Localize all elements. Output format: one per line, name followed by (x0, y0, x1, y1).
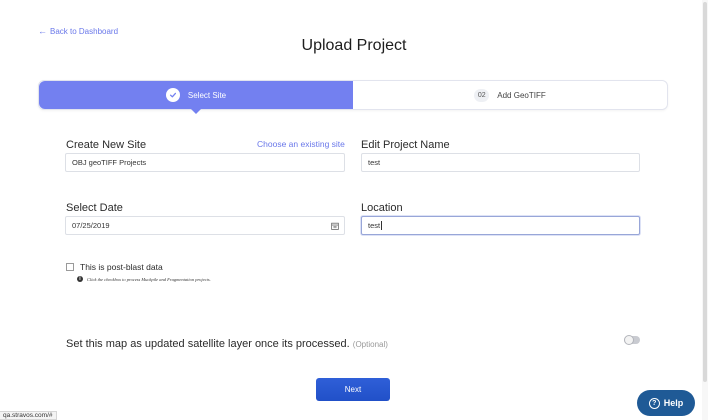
post-blast-hint: i Click the checkbox to process Muckpile… (77, 276, 211, 282)
calendar-icon[interactable] (331, 222, 339, 230)
site-name-input[interactable]: OBJ geoTIFF Projects (65, 153, 345, 172)
step-number-badge: 02 (474, 88, 490, 102)
stepper: Select Site 02 Add GeoTIFF (38, 80, 668, 114)
text-caret (381, 221, 383, 230)
toggle-knob (624, 335, 634, 345)
location-input[interactable]: test (361, 216, 640, 235)
post-blast-checkbox[interactable] (66, 263, 74, 271)
location-value: test (368, 221, 381, 230)
optional-tag: (Optional) (352, 340, 388, 349)
post-blast-label: This is post-blast data (80, 262, 163, 272)
satellite-layer-toggle[interactable] (624, 335, 640, 345)
check-circle-icon (165, 88, 180, 102)
satellite-layer-label: Set this map as updated satellite layer … (66, 338, 350, 350)
status-bar-url: qa.stravos.com/# (0, 411, 57, 420)
date-input[interactable]: 07/25/2019 (65, 216, 345, 235)
step-select-site-label: Select Site (187, 90, 227, 100)
info-icon: i (77, 276, 83, 282)
scrollbar-thumb[interactable] (703, 2, 707, 382)
page-title: Upload Project (301, 37, 407, 54)
site-name-value: OBJ geoTIFF Projects (72, 158, 147, 167)
create-site-label: Create New Site (66, 139, 147, 151)
back-to-dashboard-link[interactable]: ← Back to Dashboard (38, 26, 119, 37)
date-value: 07/25/2019 (72, 221, 110, 230)
step-select-site[interactable]: Select Site (39, 81, 353, 114)
question-icon: ? (648, 397, 660, 409)
arrow-left-icon: ← (38, 26, 47, 36)
help-label: Help (663, 398, 684, 408)
location-label: Location (361, 202, 403, 214)
post-blast-row: This is post-blast data (66, 262, 163, 272)
project-name-label: Edit Project Name (361, 139, 450, 151)
back-to-dashboard-label: Back to Dashboard (50, 27, 119, 36)
project-name-value: test (368, 158, 381, 167)
help-button[interactable]: ? Help (637, 390, 695, 416)
post-blast-hint-text: Click the checkbox to process Muckpile a… (87, 276, 211, 282)
next-button[interactable]: Next (316, 378, 390, 401)
project-name-input[interactable]: test (361, 153, 640, 172)
select-date-label: Select Date (66, 202, 123, 214)
satellite-layer-setting: Set this map as updated satellite layer … (66, 338, 388, 350)
choose-existing-site-link[interactable]: Choose an existing site (257, 139, 345, 149)
scrollbar[interactable] (702, 0, 708, 420)
step-add-geotiff[interactable]: 02 Add GeoTIFF (353, 81, 667, 109)
step-add-geotiff-label: Add GeoTIFF (497, 90, 546, 100)
